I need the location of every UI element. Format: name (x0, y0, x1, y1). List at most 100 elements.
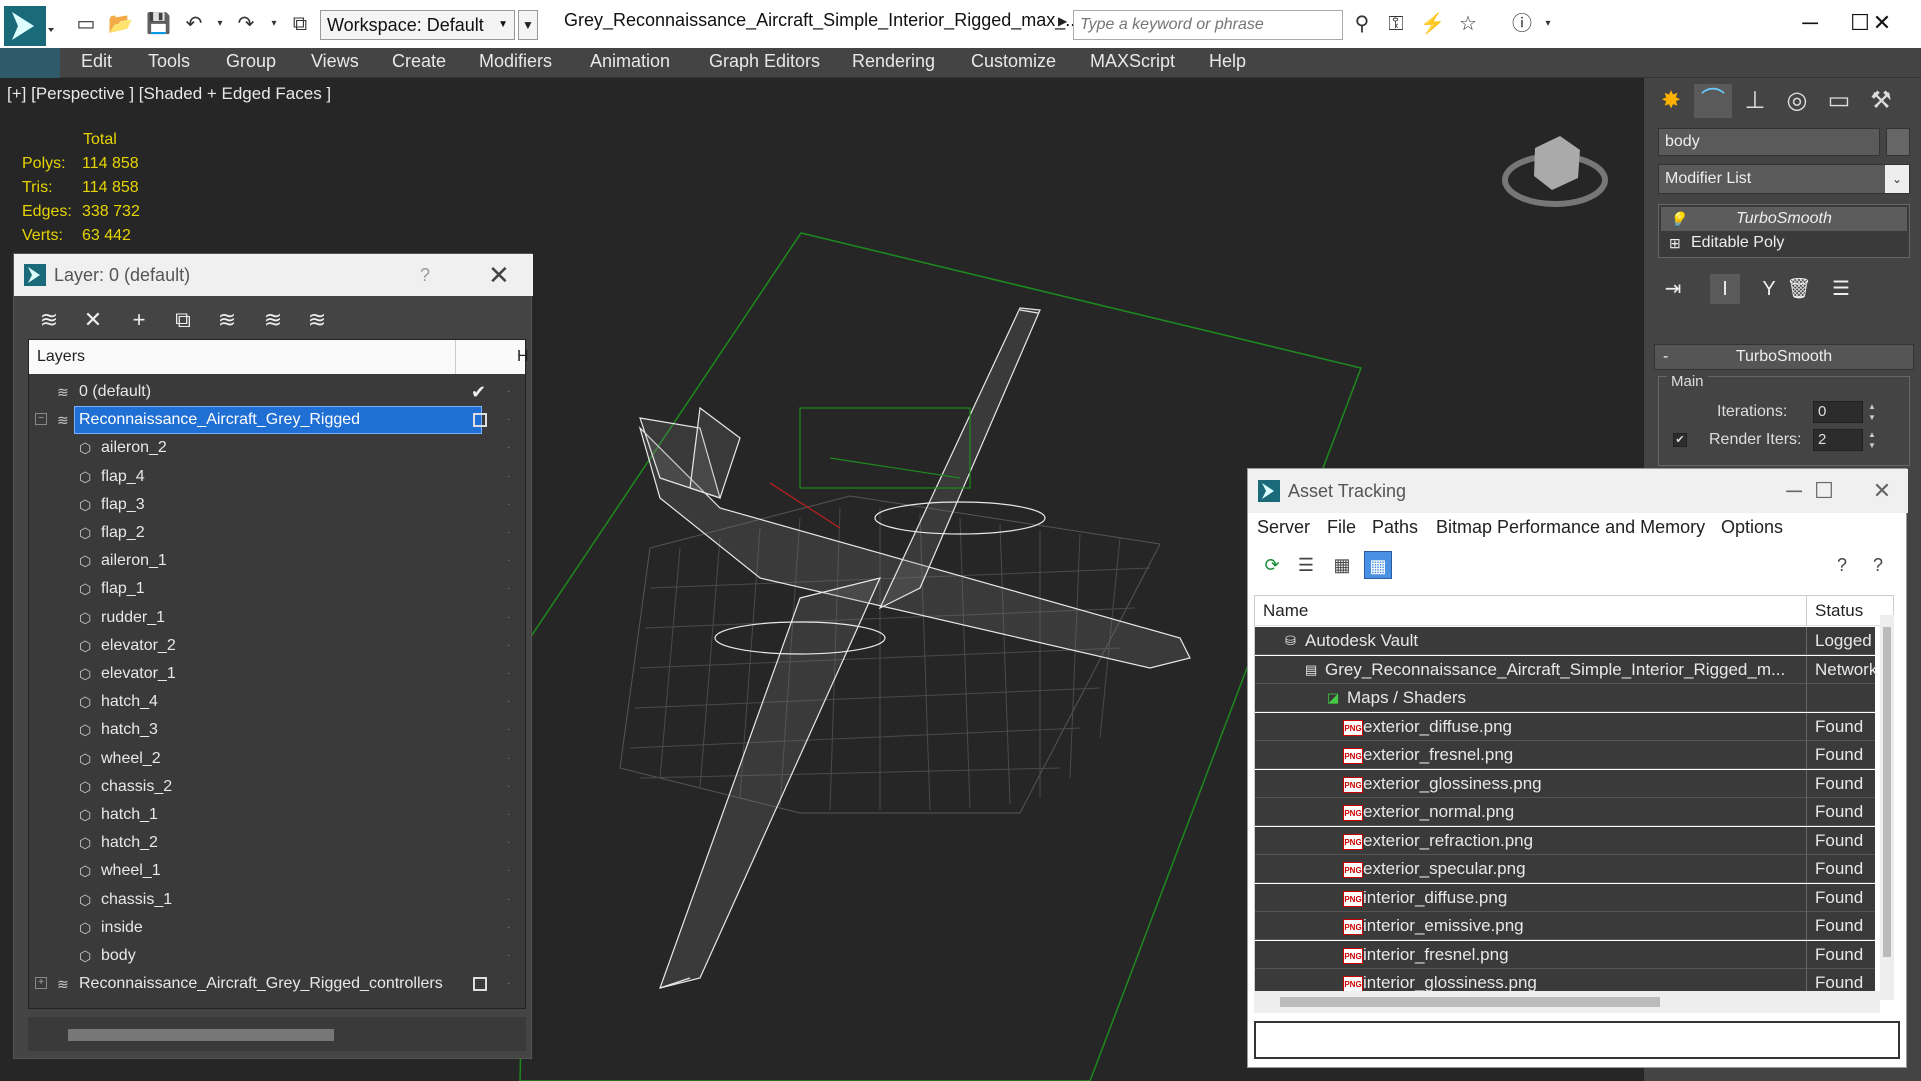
redo-icon[interactable]: ↷ (234, 12, 258, 36)
help-icon[interactable]: ? (420, 254, 430, 296)
collapse-icon[interactable]: - (1663, 345, 1668, 369)
asset-vertical-scrollbar[interactable] (1880, 615, 1894, 1000)
column-hide[interactable]: H (517, 340, 529, 374)
close-button[interactable]: ✕ (1862, 6, 1902, 40)
menu-tools[interactable]: Tools (148, 51, 190, 72)
asset-row[interactable]: PNG exterior_fresnel.png Found (1255, 741, 1875, 769)
scroll-thumb[interactable] (1883, 627, 1891, 957)
object-name-field[interactable] (1658, 128, 1880, 156)
object-row[interactable]: ⬡ inside · (29, 914, 510, 942)
menu-bitmap-performance[interactable]: Bitmap Performance and Memory (1436, 517, 1705, 538)
asset-window-titlebar[interactable]: Asset Tracking ─ ☐ ✕ (1248, 469, 1908, 513)
object-row[interactable]: ⬡ chassis_2 · (29, 773, 510, 801)
object-row[interactable]: ⬡ chassis_1 · (29, 886, 510, 914)
object-row[interactable]: ⬡ flap_3 · (29, 491, 510, 519)
create-layer-icon[interactable]: + (124, 302, 154, 338)
asset-row[interactable]: PNG exterior_specular.png Found (1255, 855, 1875, 883)
stack-item-editable-poly[interactable]: ⊞ Editable Poly (1661, 231, 1907, 255)
hide-freeze-icon[interactable]: ≋ (302, 302, 332, 338)
help-icon[interactable]: ⓘ (1510, 12, 1534, 36)
menu-maxscript[interactable]: MAXScript (1090, 51, 1175, 72)
asset-row[interactable]: PNG exterior_diffuse.png Found (1255, 712, 1875, 741)
menu-help[interactable]: Help (1209, 51, 1246, 72)
select-objects-icon[interactable]: ≋ (212, 302, 242, 338)
modifier-list-dropdown[interactable]: Modifier List ⌄ (1658, 164, 1910, 194)
key-icon[interactable]: ⚿ (1384, 12, 1408, 36)
menu-edit[interactable]: Edit (81, 51, 112, 72)
app-logo-icon[interactable] (4, 6, 54, 46)
refresh-icon[interactable]: ⟳ (1258, 551, 1286, 579)
aircraft-wireframe[interactable] (638, 307, 1191, 989)
configure-sets-icon[interactable]: ☰ (1826, 274, 1856, 304)
asset-row[interactable]: ▤ Grey_Reconnaissance_Aircraft_Simple_Int… (1255, 655, 1877, 684)
object-row[interactable]: ⬡ hatch_4 · (29, 688, 510, 716)
communication-icon[interactable]: ⚡ (1420, 12, 1445, 36)
object-row[interactable]: ⬡ hatch_3 · (29, 716, 510, 744)
column-name[interactable]: Name (1263, 596, 1308, 626)
render-iters-spinner[interactable]: 2 (1813, 429, 1863, 451)
menu-group[interactable]: Group (226, 51, 276, 72)
object-row[interactable]: ⬡ flap_1 · (29, 575, 510, 603)
asset-row[interactable]: PNG interior_diffuse.png Found (1255, 883, 1875, 912)
minimize-button[interactable]: ─ (1790, 6, 1830, 40)
redo-dropdown-icon[interactable]: ▾ (262, 12, 286, 36)
layer-window-titlebar[interactable]: Layer: 0 (default) ? ✕ (14, 254, 533, 296)
remove-modifier-icon[interactable]: 🗑 (1784, 274, 1814, 304)
open-file-icon[interactable]: 📂 (108, 12, 133, 36)
object-row[interactable]: ⬡ rudder_1 · (29, 604, 510, 632)
current-layer-check-icon[interactable]: ✔ (471, 378, 486, 406)
turbosmooth-rollout[interactable]: - TurboSmooth (1654, 344, 1914, 370)
object-color-swatch[interactable] (1886, 128, 1910, 156)
lightbulb-icon[interactable]: 💡 (1669, 207, 1686, 231)
scroll-thumb[interactable] (68, 1029, 334, 1041)
hide-toggle[interactable] (473, 413, 487, 428)
menu-animation[interactable]: Animation (590, 51, 670, 72)
asset-row[interactable]: PNG exterior_glossiness.png Found (1255, 769, 1875, 798)
delete-layer-icon[interactable]: ✕ (78, 302, 108, 338)
scroll-thumb[interactable] (1280, 997, 1660, 1007)
menu-graph-editors[interactable]: Graph Editors (709, 51, 820, 72)
spinner-arrows-icon[interactable]: ▲ ▼ (1865, 429, 1879, 451)
favorites-star-icon[interactable]: ☆ (1456, 12, 1480, 36)
maximize-button[interactable]: ☐ (1804, 469, 1844, 513)
layer-horizontal-scrollbar[interactable] (28, 1017, 526, 1051)
object-row[interactable]: ⬡ body · (29, 942, 510, 970)
help-icon[interactable]: ? (1828, 551, 1856, 579)
asset-row[interactable]: ◪ Maps / Shaders (1255, 684, 1875, 712)
pin-stack-icon[interactable]: ⇥ (1658, 274, 1688, 304)
render-iters-checkbox[interactable]: ✔ (1673, 433, 1687, 447)
column-status[interactable]: Status (1815, 596, 1863, 626)
add-to-layer-icon[interactable]: ⧉ (168, 302, 198, 338)
layer-row[interactable]: − ≋ Reconnaissance_Aircraft_Grey_Rigged · (29, 406, 510, 435)
binoculars-icon[interactable]: ⚲ (1350, 12, 1374, 36)
collapse-icon[interactable]: − (35, 413, 47, 426)
asset-row[interactable]: PNG exterior_refraction.png Found (1255, 826, 1875, 855)
workspace-select[interactable]: Workspace: Default ▼ (320, 10, 515, 40)
new-file-icon[interactable]: ▭ (74, 12, 98, 36)
asset-row[interactable]: PNG interior_fresnel.png Found (1255, 940, 1875, 969)
list-view-icon[interactable]: ☰ (1292, 551, 1320, 579)
search-input[interactable] (1073, 10, 1343, 40)
object-row[interactable]: ⬡ elevator_2 · (29, 632, 510, 660)
menu-create[interactable]: Create (392, 51, 446, 72)
thumbnail-view-icon[interactable]: ▦ (1328, 551, 1356, 579)
stack-item-turbosmooth[interactable]: 💡 TurboSmooth (1661, 207, 1907, 231)
menu-modifiers[interactable]: Modifiers (479, 51, 552, 72)
utilities-tab-icon[interactable]: ⚒ (1862, 84, 1900, 118)
column-layers[interactable]: Layers (37, 340, 85, 374)
object-row[interactable]: ⬡ hatch_1 · (29, 801, 510, 829)
asset-path-field[interactable] (1254, 1021, 1900, 1059)
object-row[interactable]: ⬡ wheel_1 · (29, 857, 510, 885)
table-view-icon[interactable]: ▦ (1364, 551, 1392, 579)
project-folder-icon[interactable]: ⧉ (288, 12, 312, 36)
asset-horizontal-scrollbar[interactable] (1254, 991, 1880, 1013)
make-unique-icon[interactable]: Y (1754, 274, 1784, 304)
show-end-result-icon[interactable]: I (1710, 274, 1740, 304)
layer-properties-icon[interactable]: ≋ (34, 302, 64, 338)
object-row[interactable]: ⬡ aileron_1 · (29, 547, 510, 575)
menu-paths[interactable]: Paths (1372, 517, 1418, 538)
hierarchy-tab-icon[interactable]: ⊥ (1736, 84, 1774, 118)
motion-tab-icon[interactable]: ◎ (1778, 84, 1816, 118)
modify-tab-icon[interactable]: ⌒ (1694, 84, 1732, 118)
object-row[interactable]: ⬡ elevator_1 · (29, 660, 510, 688)
